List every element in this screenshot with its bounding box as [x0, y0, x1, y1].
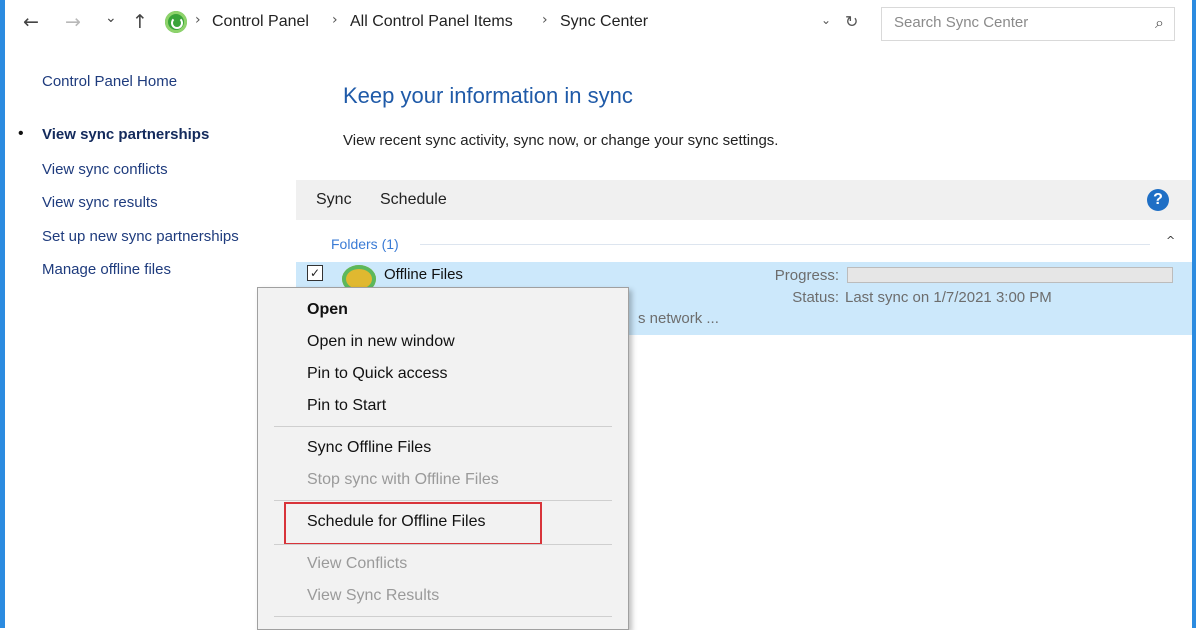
help-icon[interactable]: ? [1147, 189, 1169, 211]
menu-separator [274, 616, 612, 617]
sync-progress-bar [847, 267, 1173, 283]
recent-locations-icon[interactable]: ⌄ [105, 6, 117, 30]
menu-item-schedule-offline-files[interactable]: Schedule for Offline Files [307, 513, 485, 531]
sidebar-item-view-sync-conflicts[interactable]: View sync conflicts [42, 161, 168, 178]
breadcrumb-separator-icon[interactable]: › [332, 12, 338, 28]
breadcrumb-sync-center[interactable]: Sync Center [560, 13, 648, 31]
sidebar-item-view-sync-partnerships[interactable]: View sync partnerships [42, 126, 209, 143]
group-header-folders[interactable]: Folders (1) [331, 236, 399, 252]
window-right-border [1192, 0, 1196, 628]
group-divider [420, 244, 1150, 245]
address-bar: ← → ⌄ ↑ › Control Panel › All Control Pa… [5, 0, 1192, 50]
search-placeholder: Search Sync Center [894, 14, 1029, 31]
sync-button[interactable]: Sync [316, 191, 352, 209]
menu-item-pin-quick-access[interactable]: Pin to Quick access [307, 365, 448, 383]
page-title: Keep your information in sync [343, 83, 633, 108]
sidebar-item-set-up-partnerships[interactable]: Set up new sync partnerships [42, 228, 239, 245]
search-icon[interactable]: ⌕ [1155, 13, 1164, 33]
search-input[interactable]: Search Sync Center ⌕ [881, 7, 1175, 41]
schedule-button[interactable]: Schedule [380, 191, 447, 209]
breadcrumb[interactable]: › Control Panel › All Control Panel Item… [157, 7, 871, 39]
back-arrow-icon[interactable]: ← [23, 10, 39, 34]
collapse-group-icon[interactable]: ^ [1166, 234, 1175, 247]
breadcrumb-separator-icon[interactable]: › [542, 12, 548, 28]
context-menu: Open Open in new window Pin to Quick acc… [257, 287, 629, 630]
refresh-icon[interactable]: ↻ [845, 12, 858, 31]
window-left-border [0, 0, 5, 628]
status-value: Last sync on 1/7/2021 3:00 PM [845, 289, 1052, 306]
item-name: Offline Files [384, 266, 463, 283]
menu-separator [274, 426, 612, 427]
status-label: Status: [792, 289, 839, 306]
command-toolbar: Sync Schedule ? [296, 180, 1192, 220]
active-bullet-icon: • [18, 125, 24, 142]
control-panel-home-link[interactable]: Control Panel Home [42, 73, 177, 90]
progress-label: Progress: [774, 267, 839, 284]
breadcrumb-separator-icon[interactable]: › [195, 12, 201, 28]
address-dropdown-icon[interactable]: ⌄ [821, 13, 831, 27]
menu-item-view-conflicts: View Conflicts [307, 555, 408, 572]
menu-item-view-sync-results: View Sync Results [307, 587, 440, 604]
menu-separator [274, 500, 612, 501]
menu-item-open[interactable]: Open [307, 301, 348, 319]
up-arrow-icon[interactable]: ↑ [132, 10, 148, 34]
menu-item-sync-offline-files[interactable]: Sync Offline Files [307, 439, 431, 457]
forward-arrow-icon[interactable]: → [65, 10, 81, 34]
sidebar-item-view-sync-results[interactable]: View sync results [42, 194, 158, 211]
menu-item-pin-start[interactable]: Pin to Start [307, 397, 386, 415]
menu-separator [274, 544, 612, 545]
breadcrumb-all-items[interactable]: All Control Panel Items [350, 13, 513, 31]
sync-center-icon [165, 11, 187, 33]
item-checkbox[interactable]: ✓ [307, 265, 323, 281]
item-detail-text: s network ... [638, 310, 719, 327]
menu-item-stop-sync: Stop sync with Offline Files [307, 471, 499, 488]
sidebar-item-manage-offline-files[interactable]: Manage offline files [42, 261, 171, 278]
menu-item-open-new-window[interactable]: Open in new window [307, 333, 455, 351]
breadcrumb-control-panel[interactable]: Control Panel [212, 13, 309, 31]
page-description: View recent sync activity, sync now, or … [343, 132, 779, 149]
